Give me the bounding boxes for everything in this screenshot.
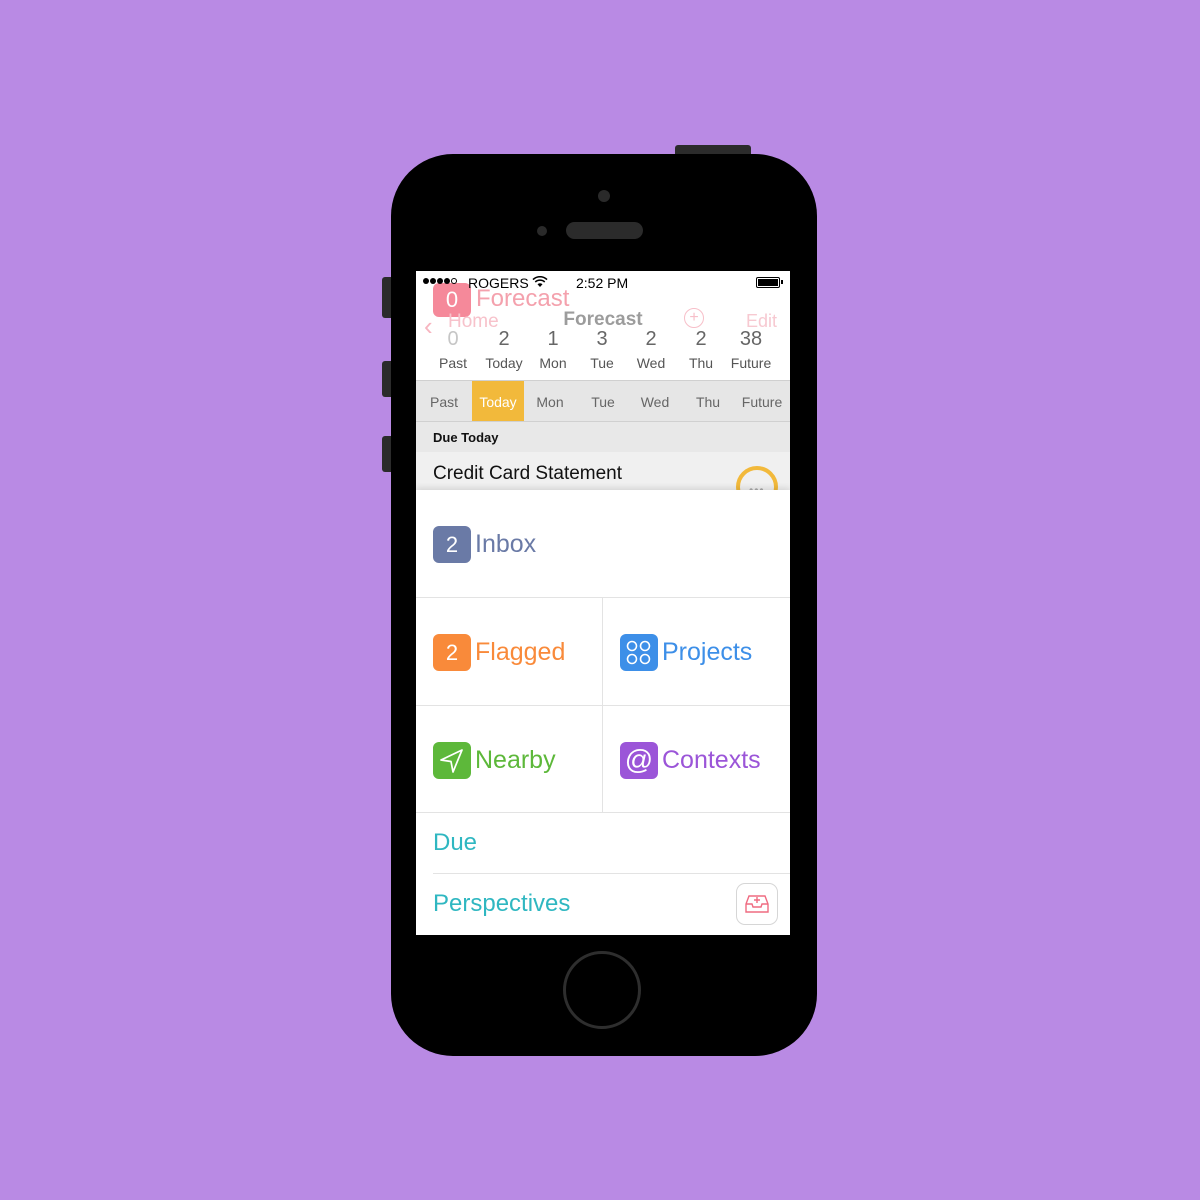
section-header: Due Today bbox=[416, 422, 790, 452]
flagged-count-badge: 2 bbox=[433, 634, 471, 671]
nearby-label: Nearby bbox=[475, 746, 556, 774]
proximity-sensor bbox=[537, 226, 547, 236]
earpiece-speaker bbox=[566, 222, 643, 239]
count-mon[interactable]: 1 Mon bbox=[525, 325, 581, 371]
front-camera bbox=[598, 190, 610, 202]
wifi-icon bbox=[532, 276, 548, 287]
projects-cell[interactable]: Projects bbox=[603, 598, 790, 705]
inbox-label: Inbox bbox=[475, 530, 537, 558]
flagged-label: Flagged bbox=[475, 638, 566, 666]
tab-thu[interactable]: Thu bbox=[684, 381, 732, 421]
day-tabs: Past Today Mon Tue Wed Thu Future bbox=[416, 380, 790, 422]
carrier-label: ROGERS bbox=[468, 275, 529, 291]
perspectives-label: Perspectives bbox=[433, 890, 571, 917]
tab-future[interactable]: Future bbox=[736, 381, 788, 421]
forecast-count-row: 0 Past 2 Today 1 Mon 3 Tue 2 Wed 2 Thu 38 Futur… bbox=[416, 325, 790, 381]
due-label: Due bbox=[433, 829, 478, 856]
task-row[interactable]: Credit Card Statement ••• bbox=[416, 452, 790, 508]
tab-past[interactable]: Past bbox=[420, 381, 468, 421]
task-title: Credit Card Statement bbox=[433, 463, 623, 484]
count-wed[interactable]: 2 Wed bbox=[623, 325, 679, 371]
home-button[interactable] bbox=[563, 951, 641, 1029]
contexts-label: Contexts bbox=[662, 746, 761, 774]
count-future[interactable]: 38 Future bbox=[723, 325, 779, 371]
nearby-cell[interactable]: Nearby bbox=[416, 706, 602, 813]
inbox-cell[interactable]: 2 Inbox bbox=[416, 490, 790, 597]
signal-strength bbox=[423, 278, 457, 284]
location-arrow-icon bbox=[433, 742, 471, 779]
count-tue[interactable]: 3 Tue bbox=[574, 325, 630, 371]
screen: ROGERS 2:52 PM 0 Forecast ‹ Home Forecas… bbox=[416, 271, 790, 935]
tab-today[interactable]: Today bbox=[472, 381, 524, 421]
tab-mon[interactable]: Mon bbox=[526, 381, 574, 421]
home-menu: 2 Inbox 2 Flagged Projects Nearby @ Cont… bbox=[416, 490, 790, 935]
battery-tip bbox=[781, 280, 783, 284]
projects-icon bbox=[620, 634, 658, 671]
perspectives-row[interactable]: Perspectives bbox=[416, 874, 790, 935]
due-row[interactable]: Due bbox=[416, 813, 790, 873]
contexts-cell[interactable]: @ Contexts bbox=[603, 706, 790, 813]
status-time: 2:52 PM bbox=[576, 275, 629, 291]
flagged-cell[interactable]: 2 Flagged bbox=[416, 598, 602, 705]
battery-icon bbox=[756, 277, 780, 288]
count-thu[interactable]: 2 Thu bbox=[673, 325, 729, 371]
tab-tue[interactable]: Tue bbox=[579, 381, 627, 421]
inbox-tray-icon[interactable] bbox=[736, 883, 778, 925]
tab-wed[interactable]: Wed bbox=[631, 381, 679, 421]
projects-label: Projects bbox=[662, 638, 753, 666]
inbox-count-badge: 2 bbox=[433, 526, 471, 563]
status-bar: ROGERS 2:52 PM bbox=[416, 271, 790, 293]
at-icon: @ bbox=[620, 742, 658, 779]
count-today[interactable]: 2 Today bbox=[476, 325, 532, 371]
count-past[interactable]: 0 Past bbox=[425, 325, 481, 371]
